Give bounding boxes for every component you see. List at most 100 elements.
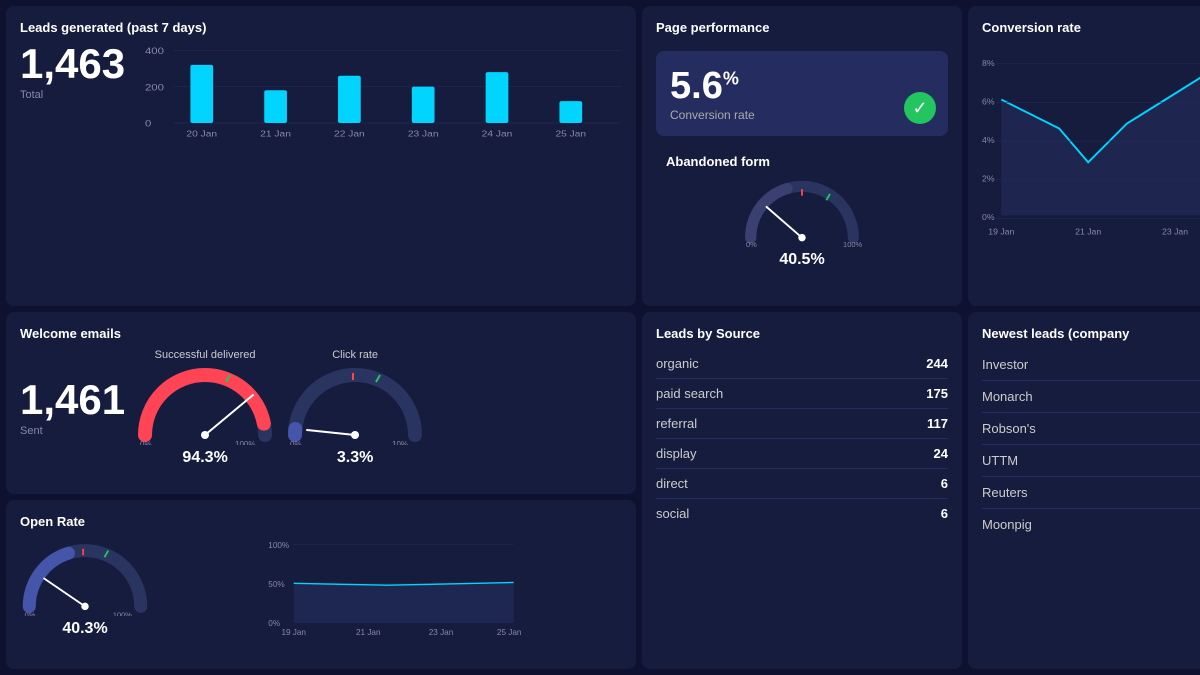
svg-text:24 Jan: 24 Jan [482, 130, 513, 139]
source-count-organic: 244 [926, 356, 948, 371]
svg-text:100%: 100% [268, 541, 289, 550]
emails-sent-number: 1,461 [20, 379, 125, 421]
source-count-paid: 175 [926, 386, 948, 401]
svg-text:25 Jan: 25 Jan [556, 130, 587, 139]
open-rate-value: 40.3% [62, 620, 107, 638]
leads-total-number: 1,463 [20, 43, 125, 85]
svg-text:100%: 100% [113, 611, 132, 617]
conversion-rate-title: Conversion rate [982, 20, 1200, 35]
source-name-social: social [656, 506, 689, 521]
abandoned-gauge-svg: 0% 100% [732, 177, 872, 247]
lead-item-investor: Investor [982, 349, 1200, 381]
abandoned-title: Abandoned form [666, 154, 938, 169]
abandoned-gauge-container: 0% 100% 40.5% [666, 177, 938, 269]
page-performance-card: Page performance 5.6% Conversion rate ✓ … [642, 6, 962, 306]
svg-text:20 Jan: 20 Jan [187, 130, 218, 139]
source-name-display: display [656, 446, 696, 461]
source-count-social: 6 [941, 506, 948, 521]
svg-text:2%: 2% [982, 174, 995, 184]
open-rate-gauge-svg: 0% 100% [20, 541, 150, 616]
delivered-label: Successful delivered [155, 349, 256, 361]
newest-leads-title: Newest leads (company [982, 326, 1200, 341]
delivered-gauge-container: Successful delivered 0% 100% 94.3% [135, 349, 275, 467]
dashboard: Leads generated (past 7 days) 1,463 Tota… [0, 0, 1200, 675]
svg-text:0%: 0% [25, 611, 36, 617]
click-gauge-container: Click rate 0% 10% 3.3% [285, 349, 425, 467]
leads-source-title: Leads by Source [656, 326, 948, 341]
click-label: Click rate [332, 349, 378, 361]
svg-text:8%: 8% [982, 58, 995, 68]
svg-text:0%: 0% [290, 440, 302, 445]
abandoned-form-card: Abandoned form 0% 100% [656, 144, 948, 279]
newest-leads-list: Investor Monarch Robson's UTTM Reuters M… [982, 349, 1200, 540]
source-name-organic: organic [656, 356, 699, 371]
conversion-rate-card: Conversion rate 8% 6% 4% 2% 0% 19 Jan 21… [968, 6, 1200, 306]
source-row-display: display 24 [656, 439, 948, 469]
click-value: 3.3% [337, 449, 373, 467]
lead-item-robsons: Robson's [982, 413, 1200, 445]
welcome-emails-title: Welcome emails [20, 326, 622, 341]
delivered-gauge-svg: 0% 100% [135, 365, 275, 445]
svg-text:23 Jan: 23 Jan [429, 628, 454, 637]
click-gauge-svg: 0% 10% [285, 365, 425, 445]
svg-text:50%: 50% [268, 580, 284, 589]
svg-text:19 Jan: 19 Jan [988, 227, 1014, 237]
perf-rate-value: 5.6% [670, 65, 934, 108]
source-row-organic: organic 244 [656, 349, 948, 379]
lead-item-moonpig: Moonpig [982, 509, 1200, 540]
check-icon: ✓ [904, 92, 936, 124]
svg-text:0%: 0% [982, 212, 995, 222]
perf-rate-label: Conversion rate [670, 108, 934, 122]
source-row-social: social 6 [656, 499, 948, 528]
open-rate-line-chart: 100% 50% 0% 19 Jan 21 Jan [160, 537, 622, 642]
leads-total-label: Total [20, 89, 125, 101]
svg-text:23 Jan: 23 Jan [408, 130, 439, 139]
page-perf-title: Page performance [656, 20, 948, 35]
emails-sent-label: Sent [20, 425, 125, 437]
lead-item-uttm: UTTM [982, 445, 1200, 477]
svg-text:200: 200 [145, 83, 164, 93]
delivered-value: 94.3% [182, 449, 227, 467]
svg-text:400: 400 [145, 47, 164, 57]
conversion-chart-svg: 8% 6% 4% 2% 0% 19 Jan 21 Jan 23 Jan [982, 43, 1200, 243]
perf-main-box: 5.6% Conversion rate ✓ [656, 51, 948, 136]
svg-text:0: 0 [145, 120, 152, 130]
source-row-direct: direct 6 [656, 469, 948, 499]
lead-item-monarch: Monarch [982, 381, 1200, 413]
svg-text:6%: 6% [982, 96, 995, 106]
svg-text:19 Jan: 19 Jan [281, 628, 306, 637]
lead-item-reuters: Reuters [982, 477, 1200, 509]
open-rate-card: Open Rate 0% 100% 40.3% [6, 500, 636, 669]
open-rate-content: 0% 100% 40.3% 100% 50% 0% [20, 537, 622, 642]
leads-generated-title: Leads generated (past 7 days) [20, 20, 622, 35]
open-rate-gauge-container: 0% 100% 40.3% [20, 541, 150, 638]
svg-text:100%: 100% [843, 240, 862, 249]
source-name-referral: referral [656, 416, 697, 431]
svg-text:21 Jan: 21 Jan [356, 628, 381, 637]
newest-leads-card: Newest leads (company Investor Monarch R… [968, 312, 1200, 669]
svg-text:100%: 100% [235, 440, 255, 445]
leads-bar-chart: 400 200 0 20 Jan 21 Jan 22 Ja [145, 43, 622, 143]
source-name-direct: direct [656, 476, 688, 491]
svg-text:0%: 0% [140, 440, 152, 445]
svg-text:21 Jan: 21 Jan [260, 130, 291, 139]
source-count-direct: 6 [941, 476, 948, 491]
leads-source-card: Leads by Source organic 244 paid search … [642, 312, 962, 669]
source-name-paid: paid search [656, 386, 723, 401]
welcome-emails-card: Welcome emails 1,461 Sent Successful del… [6, 312, 636, 494]
svg-text:25 Jan: 25 Jan [497, 628, 522, 637]
svg-text:23 Jan: 23 Jan [1162, 227, 1188, 237]
source-count-referral: 117 [927, 416, 948, 431]
leads-source-list: organic 244 paid search 175 referral 117… [656, 349, 948, 528]
svg-text:22 Jan: 22 Jan [334, 130, 365, 139]
svg-text:4%: 4% [982, 135, 995, 145]
source-row-paid: paid search 175 [656, 379, 948, 409]
leads-generated-card: Leads generated (past 7 days) 1,463 Tota… [6, 6, 636, 306]
svg-text:0%: 0% [746, 240, 757, 249]
open-rate-title: Open Rate [20, 514, 622, 529]
svg-text:0%: 0% [268, 619, 280, 628]
svg-text:21 Jan: 21 Jan [1075, 227, 1101, 237]
svg-text:10%: 10% [392, 440, 408, 445]
source-row-referral: referral 117 [656, 409, 948, 439]
abandoned-value: 40.5% [779, 251, 824, 269]
